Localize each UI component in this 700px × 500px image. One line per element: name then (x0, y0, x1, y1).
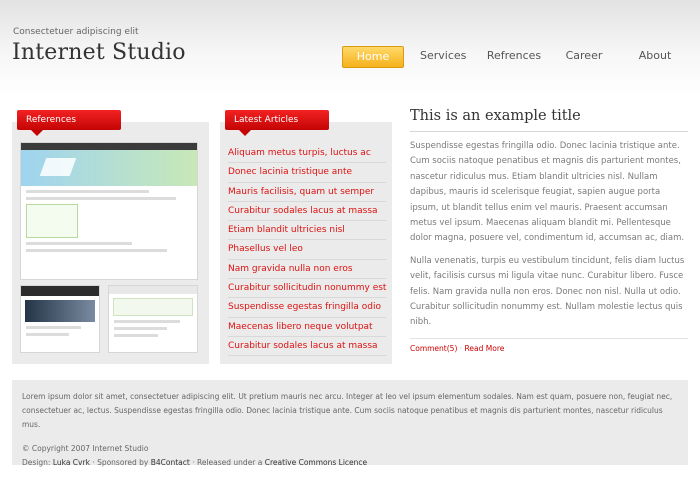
article-link[interactable]: Aliquam metus turpis, luctus ac (228, 144, 386, 164)
article-link[interactable]: Maecenas libero neque volutpat (228, 318, 386, 337)
reference-thumbnail-small-1[interactable] (20, 285, 100, 353)
reference-thumbnail-large[interactable] (20, 142, 198, 280)
articles-title: Latest Articles (225, 110, 329, 136)
footer: Lorem ipsum dolor sit amet, consectetuer… (12, 380, 688, 467)
sponsored-label: · Sponsored by (92, 458, 149, 467)
articles-list: Aliquam metus turpis, luctus ac Donec la… (228, 144, 386, 357)
designer-link[interactable]: Luka Cvrk (53, 458, 90, 467)
tagline: Consectetuer adipiscing elit (13, 27, 139, 37)
design-label: Design: (22, 458, 51, 467)
reference-thumbnail-small-2[interactable] (108, 285, 198, 353)
references-title: References (17, 110, 121, 136)
article-link[interactable]: Nam gravida nulla non eros (228, 260, 386, 280)
footer-copyright: © Copyright 2007 Internet Studio (22, 444, 149, 453)
article-link[interactable]: Etiam blandit ultricies nisl (228, 221, 386, 241)
footer-credits: Design: Luka Cvrk · Sponsored by B4Conta… (22, 456, 678, 470)
article-paragraph-1: Suspendisse egestas fringilla odio. Done… (410, 141, 685, 244)
comments-link[interactable]: Comment(5) (410, 344, 457, 353)
read-more-link[interactable]: Read More (465, 344, 505, 353)
footer-text: Lorem ipsum dolor sit amet, consectetuer… (22, 392, 673, 429)
nav-services[interactable]: Services (420, 46, 466, 68)
article-title: This is an example title (410, 108, 688, 132)
nav-about[interactable]: About (636, 46, 674, 68)
article-link[interactable]: Phasellus vel leo (228, 240, 386, 260)
nav-career[interactable]: Career (564, 46, 604, 68)
main-article: This is an example title Suspendisse ege… (410, 108, 688, 331)
nav-home[interactable]: Home (342, 46, 404, 68)
licence-link[interactable]: Creative Commons Licence (265, 458, 367, 467)
article-link[interactable]: Donec lacinia tristique ante (228, 163, 386, 183)
nav-refrences[interactable]: Refrences (486, 46, 542, 68)
article-meta: Comment(5) · Read More (410, 338, 688, 353)
article-link[interactable]: Suspendisse egestas fringilla odio (228, 298, 386, 318)
meta-separator: · (459, 344, 463, 353)
site-logo[interactable]: Internet Studio (12, 40, 186, 65)
article-paragraph-2: Nulla venenatis, turpis eu vestibulum ti… (410, 255, 685, 328)
released-label: · Released under a (192, 458, 263, 467)
sponsor-link[interactable]: B4Contact (151, 458, 190, 467)
article-link[interactable]: Curabitur sodales lacus at massa (228, 202, 386, 222)
article-link[interactable]: Curabitur sodales lacus at massa (228, 337, 386, 357)
article-link[interactable]: Mauris facilisis, quam ut semper (228, 183, 386, 202)
article-link[interactable]: Curabitur sollicitudin nonummy est (228, 279, 386, 299)
